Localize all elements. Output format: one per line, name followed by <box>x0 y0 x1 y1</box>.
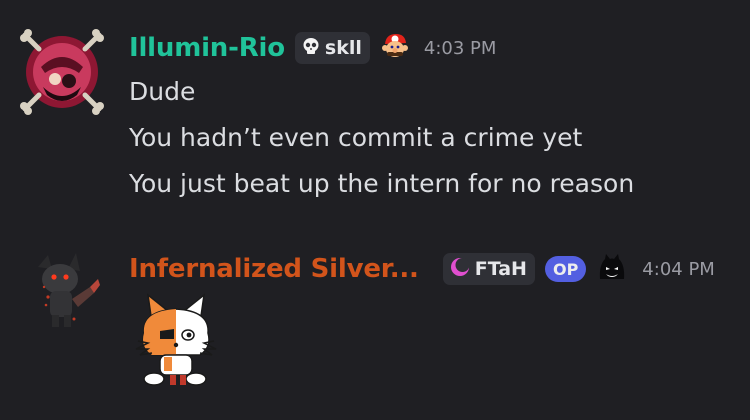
guild-tag[interactable]: skll <box>294 32 370 64</box>
fox-sticker[interactable] <box>130 289 222 389</box>
pirate-avatar-icon <box>20 29 104 115</box>
message-2: Infernalized Silver... FTaH OP 4:04 PM <box>0 215 750 420</box>
guild-tag-label: skll <box>324 37 362 59</box>
avatar[interactable] <box>24 247 106 329</box>
guild-tag[interactable]: FTaH <box>442 253 535 285</box>
chat-log: Illumin-Rio skll 4:03 PM Dude You hadn’t… <box>0 0 750 420</box>
timestamp[interactable]: 4:03 PM <box>424 38 497 59</box>
skull-icon <box>302 37 320 60</box>
username[interactable]: Illumin-Rio <box>129 33 285 63</box>
message-header: Illumin-Rio skll 4:03 PM <box>129 30 496 66</box>
shadow-creature-icon[interactable] <box>596 251 628 287</box>
op-badge: OP <box>544 256 587 282</box>
guild-tag-label: FTaH <box>474 258 527 280</box>
message-1: Illumin-Rio skll 4:03 PM Dude You hadn’t… <box>0 0 750 215</box>
username[interactable]: Infernalized Silver... <box>129 254 419 284</box>
avatar[interactable] <box>20 29 104 115</box>
message-header: Infernalized Silver... FTaH OP 4:04 PM <box>129 251 715 287</box>
timestamp[interactable]: 4:04 PM <box>642 259 715 280</box>
mario-head-icon[interactable] <box>380 31 410 65</box>
message-text: You just beat up the intern for no reaso… <box>129 169 635 198</box>
message-text: You hadn’t even commit a crime yet <box>129 123 583 152</box>
message-text: Dude <box>129 77 196 106</box>
dark-creature-avatar-icon <box>38 253 100 327</box>
crescent-moon-icon <box>450 257 470 282</box>
